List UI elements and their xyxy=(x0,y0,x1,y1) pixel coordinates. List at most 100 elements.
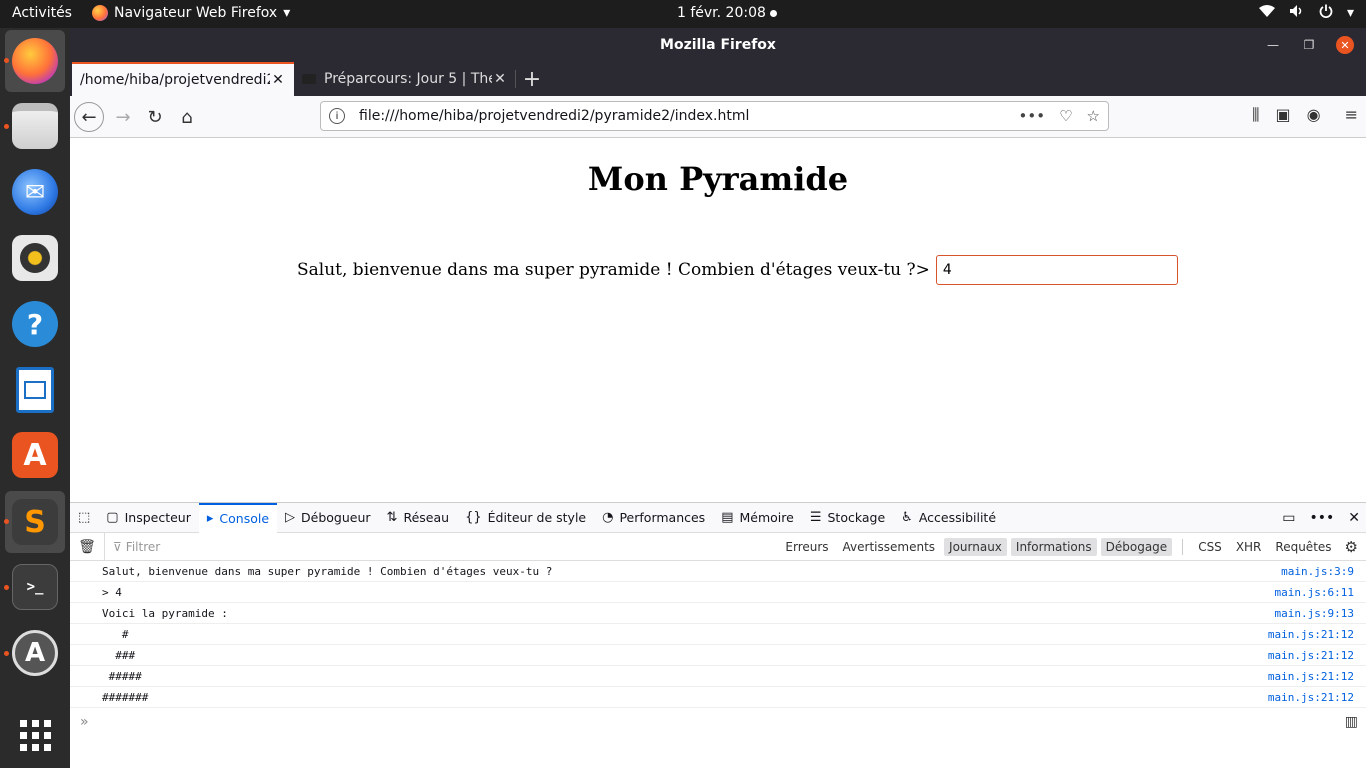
devtools-options-icon[interactable]: ••• xyxy=(1309,510,1334,526)
close-devtools-icon[interactable]: ✕ xyxy=(1348,510,1360,526)
app-menu[interactable]: Navigateur Web Firefox ▾ xyxy=(92,5,290,21)
log-source-link[interactable]: main.js:6:11 xyxy=(1275,586,1354,599)
close-window-button[interactable]: ✕ xyxy=(1336,36,1354,54)
running-indicator xyxy=(4,651,9,656)
tab-stockage[interactable]: ☰ Stockage xyxy=(802,503,893,533)
tab-local-file[interactable]: /home/hiba/projetvendredi2 ✕ xyxy=(72,62,294,96)
log-source-link[interactable]: main.js:3:9 xyxy=(1281,565,1354,578)
tab-memoire[interactable]: ▤ Mémoire xyxy=(713,503,802,533)
log-message: ### xyxy=(102,648,136,662)
dock-item-firefox[interactable] xyxy=(5,30,65,92)
log-message: # xyxy=(102,627,129,641)
tab-preparcours[interactable]: Préparcours: Jour 5 | The ✕ xyxy=(294,62,516,96)
tab-console[interactable]: ▸ Console xyxy=(198,502,278,533)
dock-item-writer[interactable] xyxy=(10,365,60,415)
bookmark-star-icon[interactable]: ☆ xyxy=(1087,107,1100,125)
url-text: file:///home/hiba/projetvendredi2/pyrami… xyxy=(359,108,750,124)
dock-item-files[interactable] xyxy=(10,101,60,151)
nav-bar: ← → ↻ ⌂ i file:///home/hiba/projetvendre… xyxy=(70,96,1366,138)
tab-editeur-de-style[interactable]: {} Éditeur de style xyxy=(457,503,594,533)
log-source-link[interactable]: main.js:21:12 xyxy=(1268,670,1354,683)
log-row: ####### main.js:21:12 xyxy=(70,687,1366,708)
forward-button[interactable]: → xyxy=(108,102,138,132)
editor-mode-icon[interactable]: ▥ xyxy=(1345,714,1358,730)
folder-icon xyxy=(12,103,58,149)
level-info[interactable]: Informations xyxy=(1010,537,1097,556)
tab-label: Réseau xyxy=(403,510,450,525)
tab-performances[interactable]: ◔ Performances xyxy=(594,503,713,533)
dock-item-help[interactable]: ? xyxy=(10,299,60,349)
volume-icon xyxy=(1289,4,1305,22)
pocket-icon[interactable]: ♡ xyxy=(1059,107,1072,125)
account-icon[interactable]: ◉ xyxy=(1307,105,1321,125)
clock[interactable]: 1 févr. 20:08 xyxy=(677,5,777,21)
level-logs[interactable]: Journaux xyxy=(944,537,1007,556)
log-row: # main.js:21:12 xyxy=(70,624,1366,645)
tab-label: Performances xyxy=(619,510,706,525)
close-tab-icon[interactable]: ✕ xyxy=(270,72,286,88)
console-settings-icon[interactable]: ⚙ xyxy=(1345,538,1358,556)
level-warnings[interactable]: Avertissements xyxy=(838,538,940,556)
minimize-button[interactable]: — xyxy=(1264,36,1282,54)
show-apps-button[interactable] xyxy=(10,710,60,760)
tab-reseau[interactable]: ⇅ Réseau xyxy=(379,503,458,533)
dock-item-software[interactable]: A xyxy=(10,430,60,480)
memory-icon: ▤ xyxy=(721,510,734,525)
help-icon: ? xyxy=(12,301,58,347)
dock-item-sublime[interactable]: S xyxy=(5,491,65,553)
filter-css[interactable]: CSS xyxy=(1193,538,1227,556)
filter-input[interactable]: ⊽ Filtrer xyxy=(104,532,161,561)
tab-label: Accessibilité xyxy=(918,510,997,525)
home-button[interactable]: ⌂ xyxy=(172,102,202,132)
page-actions-icon[interactable]: ••• xyxy=(1019,107,1046,125)
clear-console-icon[interactable]: 🗑 xyxy=(70,539,104,555)
element-picker-button[interactable]: ⬚ xyxy=(70,503,98,533)
mail-icon: ✉ xyxy=(12,169,58,215)
tab-accessibilite[interactable]: ♿ Accessibilité xyxy=(893,503,1004,533)
log-source-link[interactable]: main.js:21:12 xyxy=(1268,649,1354,662)
log-row: Salut, bienvenue dans ma super pyramide … xyxy=(70,561,1366,582)
back-button[interactable]: ← xyxy=(74,102,104,132)
sublime-icon: S xyxy=(12,499,58,545)
close-tab-icon[interactable]: ✕ xyxy=(492,71,508,87)
maximize-button[interactable]: ❐ xyxy=(1300,36,1318,54)
log-source-link[interactable]: main.js:21:12 xyxy=(1268,691,1354,704)
level-errors[interactable]: Erreurs xyxy=(780,538,833,556)
system-tray[interactable]: ▾ xyxy=(1258,4,1354,22)
url-bar[interactable]: i file:///home/hiba/projetvendredi2/pyra… xyxy=(320,101,1109,131)
console-log: Salut, bienvenue dans ma super pyramide … xyxy=(70,561,1366,708)
storage-icon: ☰ xyxy=(809,510,822,525)
library-icon[interactable]: ⫼ xyxy=(1252,105,1259,125)
dock-item-thunderbird[interactable]: ✉ xyxy=(10,167,60,217)
site-info-icon[interactable]: i xyxy=(329,108,345,124)
reload-button[interactable]: ↻ xyxy=(140,102,170,132)
grid-icon xyxy=(19,719,51,751)
dock-item-rhythmbox[interactable] xyxy=(10,233,60,283)
new-tab-button[interactable]: + xyxy=(516,62,548,96)
app-menu-label: Navigateur Web Firefox xyxy=(114,5,278,21)
log-source-link[interactable]: main.js:9:13 xyxy=(1275,607,1354,620)
style-editor-icon: {} xyxy=(465,510,482,525)
filter-requests[interactable]: Requêtes xyxy=(1270,538,1336,556)
tab-inspecteur[interactable]: ▢ Inspecteur xyxy=(98,503,199,533)
tab-debogueur[interactable]: ▷ Débogueur xyxy=(277,503,379,533)
chevron-down-icon: ▾ xyxy=(1346,5,1354,21)
answer-input[interactable]: 4 xyxy=(935,255,1178,285)
log-row: ##### main.js:21:12 xyxy=(70,666,1366,687)
dock-item-updater[interactable]: A xyxy=(10,628,60,678)
performance-icon: ◔ xyxy=(602,510,614,525)
activities-button[interactable]: Activités xyxy=(12,5,72,21)
console-input[interactable]: » ▥ xyxy=(70,708,1366,736)
power-icon xyxy=(1319,4,1333,22)
dock-side-icon[interactable]: ▭ xyxy=(1282,510,1295,526)
filter-xhr[interactable]: XHR xyxy=(1231,538,1267,556)
devtools-toolbar: ⬚ ▢ Inspecteur ▸ Console ▷ Débogueur ⇅ Résea… xyxy=(70,502,1366,533)
log-message: ##### xyxy=(102,669,142,683)
filter-placeholder: Filtrer xyxy=(125,539,161,554)
log-source-link[interactable]: main.js:21:12 xyxy=(1268,628,1354,641)
sidebar-icon[interactable]: ▣ xyxy=(1276,105,1291,125)
console-prompt-icon: » xyxy=(80,714,89,730)
level-debug[interactable]: Débogage xyxy=(1100,537,1173,556)
dock-item-terminal[interactable]: >_ xyxy=(10,562,60,612)
hamburger-menu-icon[interactable]: ≡ xyxy=(1345,105,1358,125)
